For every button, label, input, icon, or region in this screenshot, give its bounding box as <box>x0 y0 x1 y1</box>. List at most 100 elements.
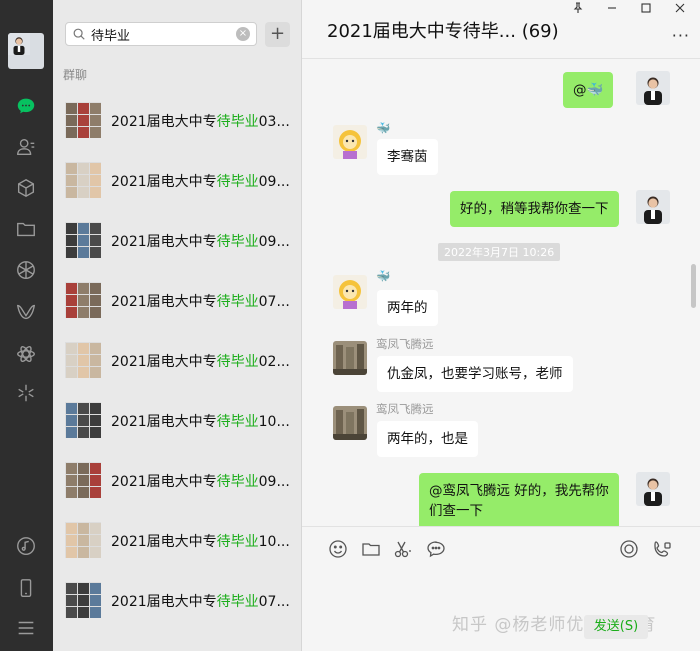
my-avatar[interactable] <box>636 190 670 224</box>
group-avatar <box>65 162 101 198</box>
group-avatar <box>65 282 101 318</box>
message-scrollbar[interactable] <box>691 264 696 308</box>
chat-list-item[interactable]: 2021届电大中专待毕业03... <box>53 90 301 150</box>
clear-search-icon[interactable]: × <box>236 27 250 41</box>
chat-list-item[interactable]: 2021届电大中专待毕业07... <box>53 570 301 630</box>
contacts-icon[interactable] <box>14 135 38 159</box>
search-icon <box>73 28 85 40</box>
message-bubble-incoming[interactable]: 两年的，也是 <box>377 421 478 457</box>
group-avatar <box>65 222 101 258</box>
mini-programs-icon[interactable] <box>14 342 38 366</box>
video-call-icon[interactable] <box>652 539 672 559</box>
chat-list-item-title: 2021届电大中专待毕业09... <box>111 171 290 191</box>
chat-list-item[interactable]: 2021届电大中专待毕业02... <box>53 330 301 390</box>
input-area[interactable]: 知乎 @杨老师优思学教育 发送(S) <box>302 526 700 651</box>
title-suffix: 10... <box>258 414 290 430</box>
title-highlight: 待毕业 <box>216 594 259 610</box>
group-avatar <box>65 102 101 138</box>
message-bubble-incoming[interactable]: 李骞茵 <box>377 139 438 175</box>
channels-icon[interactable] <box>14 300 38 324</box>
chat-list-item-title: 2021届电大中专待毕业09... <box>111 471 290 491</box>
title-suffix: 09... <box>258 474 290 490</box>
chat-list-item-title: 2021届电大中专待毕业10... <box>111 411 290 431</box>
title-suffix: 09... <box>258 174 290 190</box>
message-bubble-outgoing[interactable]: 好的，稍等我帮你查一下 <box>450 191 619 227</box>
search-icon[interactable] <box>14 381 38 405</box>
my-avatar[interactable] <box>636 472 670 506</box>
message-bubble-outgoing[interactable]: @🐳 <box>563 72 614 108</box>
minimize-icon[interactable] <box>606 2 618 17</box>
message-timestamp: 2022年3月7日 10:26 <box>438 243 561 261</box>
music-icon[interactable] <box>14 534 38 558</box>
message-bubble-incoming[interactable]: 仇金凤，也要学习账号，老师 <box>377 356 573 392</box>
favorites-icon[interactable] <box>14 176 38 200</box>
title-prefix: 2021届电大中专 <box>111 354 217 370</box>
pin-icon[interactable] <box>572 2 584 17</box>
files-icon[interactable] <box>14 217 38 241</box>
title-prefix: 2021届电大中专 <box>111 174 217 190</box>
sender-avatar[interactable] <box>333 341 367 375</box>
title-prefix: 2021届电大中专 <box>111 534 217 550</box>
live-icon[interactable] <box>619 539 639 559</box>
chat-window: 2021届电大中专待毕... (69) ··· @🐳 🐳 李骞茵 好的，稍等我帮… <box>302 0 700 651</box>
chat-list-item[interactable]: 2021届电大中专待毕业10... <box>53 390 301 450</box>
title-suffix: 07... <box>258 294 290 310</box>
message-area: @🐳 🐳 李骞茵 好的，稍等我帮你查一下 2022年3月7日 10:26 🐳 两… <box>302 59 700 526</box>
chat-list-item-title: 2021届电大中专待毕业09... <box>111 231 290 251</box>
phone-icon[interactable] <box>14 576 38 600</box>
group-avatar <box>65 582 101 618</box>
sender-name: 🐳 <box>376 269 391 283</box>
sender-avatar[interactable] <box>333 406 367 440</box>
message-bubble-incoming[interactable]: 两年的 <box>377 290 438 326</box>
group-avatar <box>65 522 101 558</box>
close-icon[interactable] <box>674 2 686 17</box>
title-suffix: 03... <box>258 114 290 130</box>
title-prefix: 2021届电大中专 <box>111 594 217 610</box>
chat-list-item[interactable]: 2021届电大中专待毕业10... <box>53 510 301 570</box>
chat-list-item[interactable]: 2021届电大中专待毕业09... <box>53 210 301 270</box>
message-bubble-outgoing[interactable]: @鸾凤飞腾远 好的，我先帮你 们查一下 <box>419 473 619 526</box>
my-avatar[interactable] <box>636 71 670 105</box>
add-button[interactable]: + <box>265 22 290 47</box>
title-highlight: 待毕业 <box>216 354 259 370</box>
title-highlight: 待毕业 <box>216 234 259 250</box>
search-box[interactable]: × <box>65 22 257 46</box>
window-controls <box>572 2 686 17</box>
folder-icon[interactable] <box>361 539 381 559</box>
maximize-icon[interactable] <box>640 2 652 17</box>
sender-avatar[interactable] <box>333 125 367 159</box>
title-suffix: 09... <box>258 234 290 250</box>
chat-list-panel: × + 群聊 2021届电大中专待毕业03...2021届电大中专待毕业09..… <box>53 0 302 651</box>
chat-list-item[interactable]: 2021届电大中专待毕业09... <box>53 450 301 510</box>
chat-bubble-icon[interactable] <box>426 539 446 559</box>
title-prefix: 2021届电大中专 <box>111 414 217 430</box>
scissors-icon[interactable] <box>393 539 413 559</box>
group-avatar <box>65 462 101 498</box>
more-options-icon[interactable]: ··· <box>672 26 690 45</box>
sender-name: 鸾凤飞腾远 <box>376 402 434 416</box>
nav-sidebar <box>0 0 53 651</box>
title-prefix: 2021届电大中专 <box>111 234 217 250</box>
title-highlight: 待毕业 <box>216 414 259 430</box>
chat-list-item-title: 2021届电大中专待毕业10... <box>111 531 290 551</box>
moments-icon[interactable] <box>14 258 38 282</box>
emoji-icon[interactable] <box>328 539 348 559</box>
group-avatar <box>65 402 101 438</box>
title-prefix: 2021届电大中专 <box>111 294 217 310</box>
chat-list-item[interactable]: 2021届电大中专待毕业09... <box>53 150 301 210</box>
chat-list-item-title: 2021届电大中专待毕业07... <box>111 291 290 311</box>
chat-list-item[interactable]: 2021届电大中专待毕业07... <box>53 270 301 330</box>
chat-list-item-title: 2021届电大中专待毕业02... <box>111 351 290 371</box>
title-suffix: 02... <box>258 354 290 370</box>
search-input[interactable] <box>91 26 231 42</box>
sender-name: 鸾凤飞腾远 <box>376 337 434 351</box>
menu-icon[interactable] <box>14 616 38 640</box>
send-button[interactable]: 发送(S) <box>584 615 648 639</box>
title-prefix: 2021届电大中专 <box>111 114 217 130</box>
title-suffix: 07... <box>258 594 290 610</box>
user-avatar[interactable] <box>8 33 44 69</box>
title-highlight: 待毕业 <box>216 114 259 130</box>
chat-icon[interactable] <box>14 94 38 118</box>
chat-list-item-title: 2021届电大中专待毕业03... <box>111 111 290 131</box>
sender-avatar[interactable] <box>333 275 367 309</box>
